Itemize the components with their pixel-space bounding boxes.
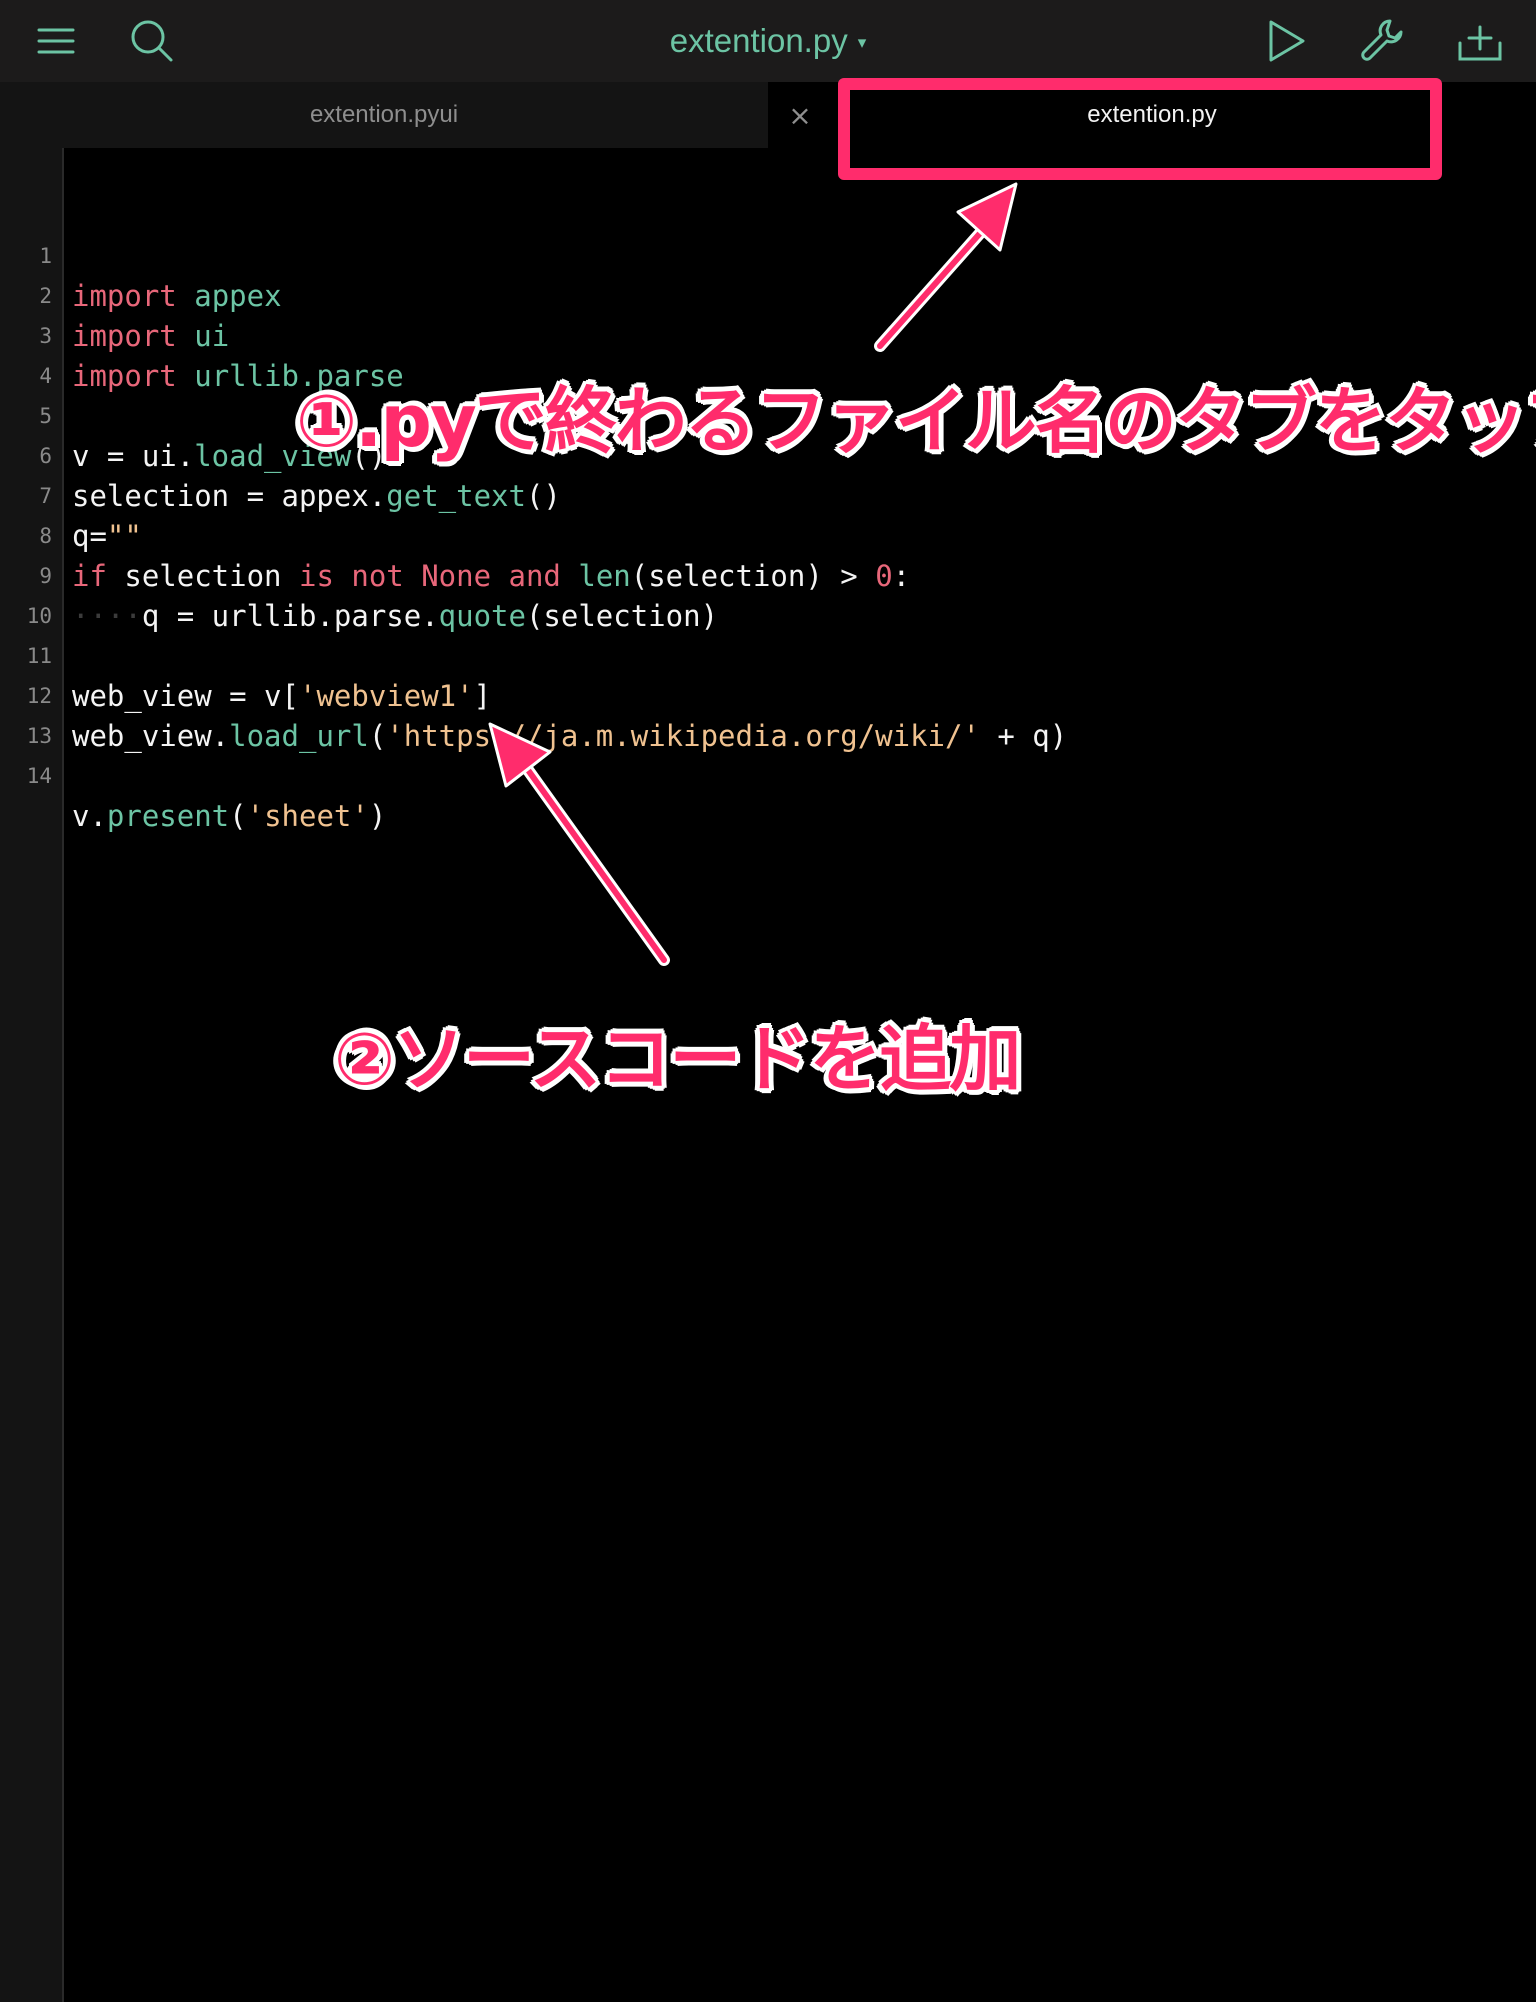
annotation-arrow-2 — [488, 722, 670, 966]
annotation-step-1: ①.pyで終わるファイル名のタブをタップ — [296, 379, 1536, 463]
annotation-arrow-1 — [874, 182, 1018, 352]
annotation-step-2: ②ソースコードを追加 — [334, 1017, 1021, 1101]
